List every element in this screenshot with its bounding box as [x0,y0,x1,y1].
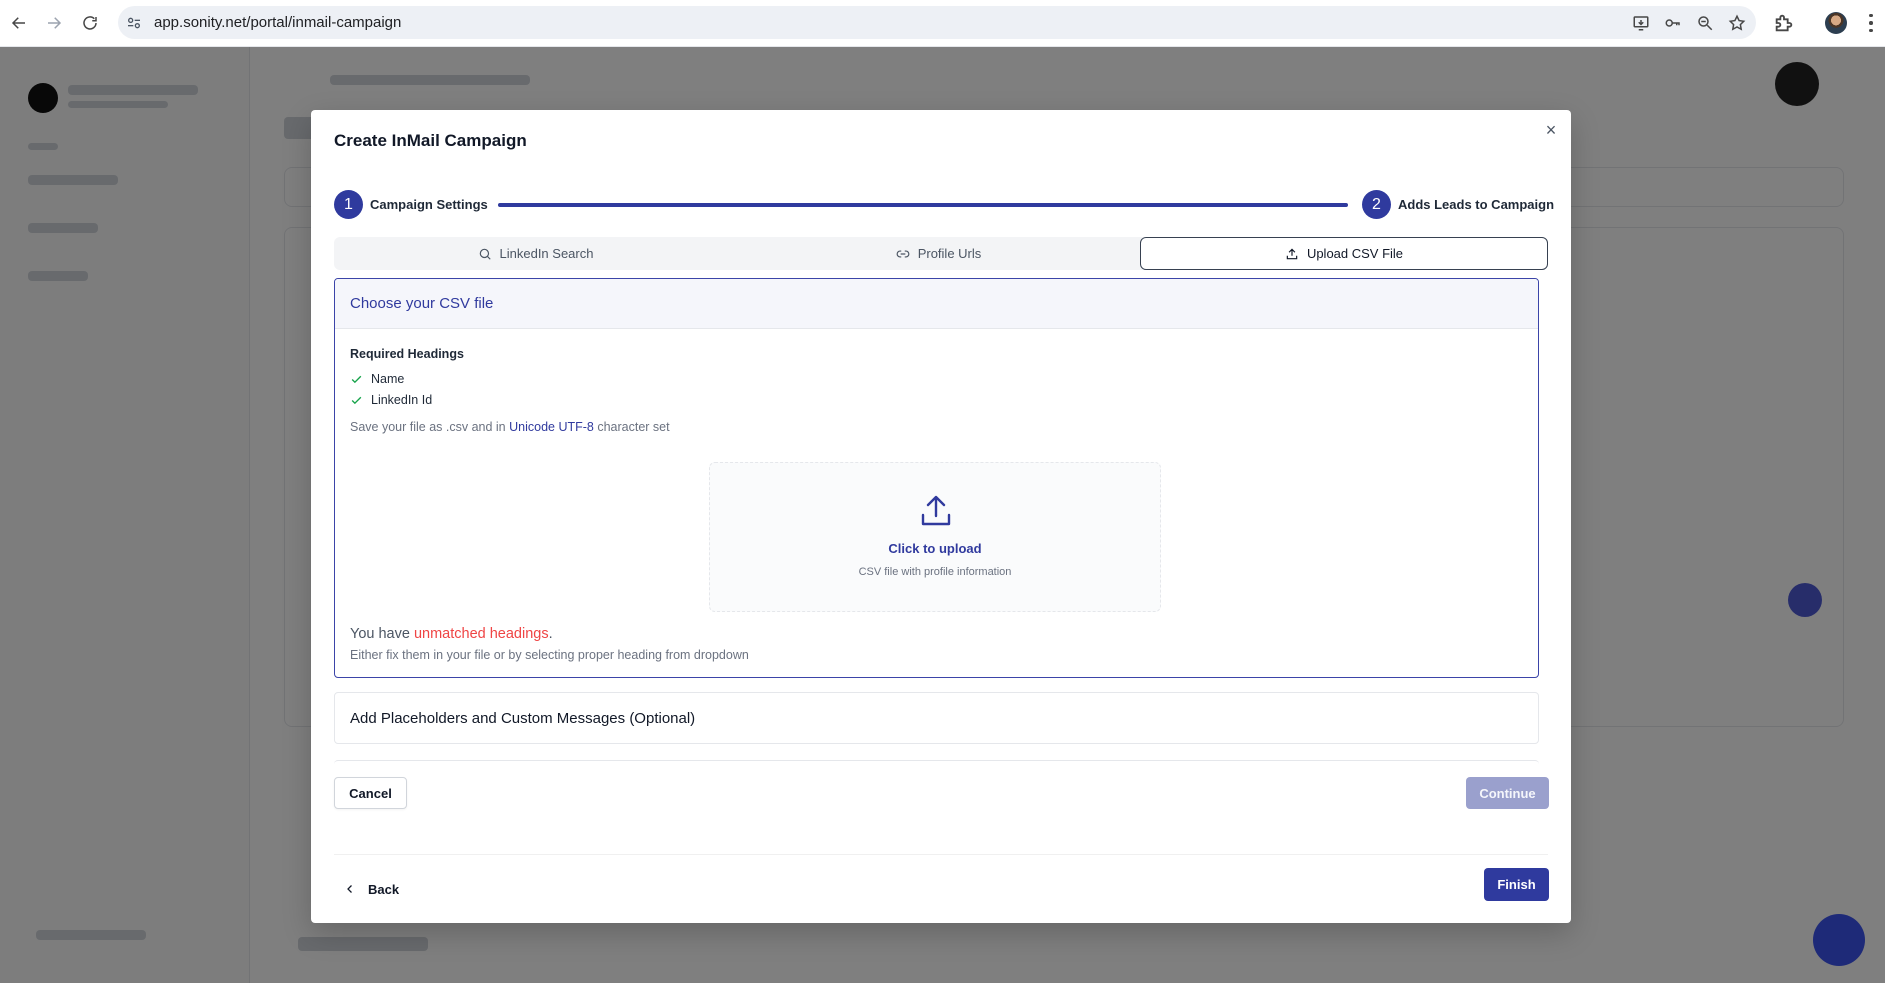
save-note-text: Save your file as .csv and in [350,420,510,434]
address-bar[interactable]: app.sonity.net/portal/inmail-campaign [118,6,1756,39]
finish-button[interactable]: Finish [1484,868,1549,901]
check-icon [350,373,363,386]
csv-dropzone[interactable]: Click to upload CSV file with profile in… [709,462,1161,612]
placeholders-accordion[interactable]: Add Placeholders and Custom Messages (Op… [334,692,1539,744]
continue-button[interactable]: Continue [1466,777,1549,809]
save-note-text: character set [593,420,670,434]
back-label: Back [368,881,400,897]
unmatched-text: . [548,626,553,642]
reload-icon[interactable] [72,5,108,41]
placeholders-title: Add Placeholders and Custom Messages (Op… [350,710,696,727]
browser-toolbar: app.sonity.net/portal/inmail-campaign [0,0,1885,47]
step-progress-line [498,203,1348,207]
step-1-label: Campaign Settings [370,197,488,212]
tab-label: Upload CSV File [1306,246,1404,261]
create-inmail-campaign-modal: Create InMail Campaign × 1 Campaign Sett… [311,110,1571,923]
install-app-icon[interactable] [1632,14,1650,32]
required-heading-label: LinkedIn Id [371,393,433,407]
required-headings-title: Required Headings [350,347,464,361]
step-1-circle: 1 [334,190,363,219]
upload-icon [918,493,954,529]
tab-label: Profile Urls [917,246,982,261]
link-icon [896,250,910,257]
required-heading-item: Name [350,372,404,386]
unmatched-headings-message: You have unmatched headings. [350,626,553,642]
chevron-left-icon [347,885,352,893]
tab-profile-urls[interactable]: Profile Urls [737,237,1140,270]
cancel-button[interactable]: Cancel [334,777,407,809]
search-icon [479,248,491,260]
step-2-circle: 2 [1362,190,1391,219]
chat-launcher-button[interactable] [1813,914,1865,966]
csv-upload-panel: Choose your CSV file Required Headings N… [334,278,1539,678]
click-to-upload-label[interactable]: Click to upload [710,541,1160,556]
unicode-utf8-link[interactable]: Unicode UTF-8 [509,420,594,434]
upload-icon [1286,248,1298,259]
check-icon [350,394,363,407]
password-key-icon[interactable] [1664,14,1682,32]
dropzone-subtext: CSV file with profile information [858,566,1012,578]
close-icon[interactable]: × [1541,120,1561,140]
required-heading-item: LinkedIn Id [350,393,432,407]
step-2-label: Adds Leads to Campaign [1398,197,1555,212]
zoom-icon[interactable] [1696,14,1714,32]
modal-title: Create InMail Campaign [334,131,527,150]
save-format-note: Save your file as .csv and in Unicode UT… [350,420,670,434]
site-settings-icon[interactable] [126,15,142,31]
browser-menu-icon[interactable] [1866,12,1876,34]
unmatched-text: You have [350,626,414,642]
back-button[interactable]: Back [344,876,399,902]
forward-arrow-icon[interactable] [36,5,72,41]
unmatched-headings-warning: unmatched headings [413,626,549,642]
tab-linkedin-search[interactable]: LinkedIn Search [334,237,737,270]
bookmark-star-icon[interactable] [1728,14,1746,32]
stepper: 1 Campaign Settings 2 Adds Leads to Camp… [334,190,1554,220]
back-arrow-icon[interactable] [1,5,37,41]
required-heading-label: Name [371,372,405,386]
tab-upload-csv[interactable]: Upload CSV File [1140,237,1548,270]
tab-label: LinkedIn Search [499,246,594,261]
csv-panel-header[interactable]: Choose your CSV file [335,279,1538,329]
footer-divider [334,854,1548,855]
extensions-puzzle-icon[interactable] [1773,12,1795,34]
next-panel-edge [334,760,1539,764]
lead-source-tabs: LinkedIn Search Profile Urls Upload CSV … [334,237,1548,270]
profile-avatar[interactable] [1825,12,1847,34]
fix-headings-note: Either fix them in your file or by selec… [350,648,749,662]
url-text[interactable]: app.sonity.net/portal/inmail-campaign [154,14,401,31]
csv-panel-title: Choose your CSV file [350,295,494,312]
